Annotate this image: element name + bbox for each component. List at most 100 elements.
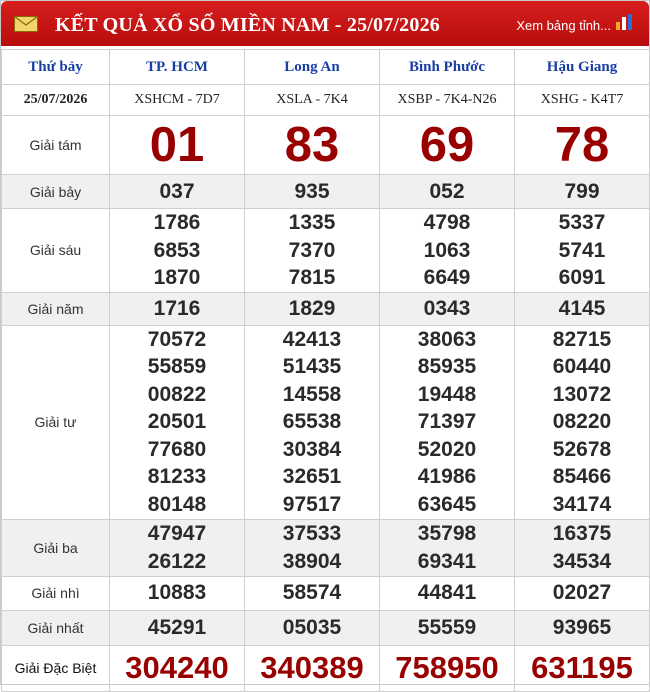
weekday-label: Thứ bảy (1, 49, 110, 85)
prize-label: Giải tư (1, 324, 110, 520)
prize-number: 44841 (379, 575, 515, 611)
prize-number: 30384 (282, 437, 342, 461)
prize-row-2: Giải nhì 10883 58574 44841 02027 (1, 575, 650, 611)
prize-cell: 35798 69341 (379, 518, 515, 577)
prize-number: 7370 (288, 238, 336, 262)
prize-number: 55559 (379, 609, 515, 646)
prize-number: 69 (379, 115, 515, 175)
prize-number: 14558 (282, 382, 342, 406)
prize-number: 935 (244, 174, 380, 209)
prize-cell: 47947 26122 (109, 518, 245, 577)
header-bar: KẾT QUẢ XỔ SỐ MIỀN NAM - 25/07/2026 Xem … (1, 1, 649, 46)
prize-number: 1716 (109, 291, 245, 326)
prize-number: 82715 (552, 327, 612, 351)
prize-cell: 70572 55859 00822 20501 77680 81233 80148 (109, 324, 245, 520)
draw-date: 25/07/2026 (1, 84, 110, 116)
province-binh-phuoc[interactable]: Bình Phước (379, 49, 515, 85)
prize-cell: 38063 85935 19448 71397 52020 41986 63645 (379, 324, 515, 520)
prize-cell: 1786 6853 1870 (109, 208, 245, 293)
prize-number: 16375 (552, 522, 612, 545)
prize-number: 34174 (552, 492, 612, 516)
prize-number: 08220 (552, 410, 612, 434)
ticket-code: XSLA - 7K4 (244, 84, 380, 116)
prize-row-5: Giải năm 1716 1829 0343 4145 (1, 291, 650, 326)
prize-cell: 37533 38904 (244, 518, 380, 577)
prize-number: 1829 (244, 291, 380, 326)
prize-cell: 4798 1063 6649 (379, 208, 515, 293)
prize-number: 93965 (514, 609, 650, 646)
prize-number: 6649 (423, 266, 471, 289)
prize-cell: 1335 7370 7815 (244, 208, 380, 293)
prize-label: Giải Đặc Biệt (1, 644, 110, 692)
special-prize-number: 340389 (244, 644, 380, 692)
prize-number: 71397 (417, 410, 477, 434)
prize-number: 6853 (153, 238, 201, 262)
prize-label: Giải năm (1, 291, 110, 326)
prize-number: 037 (109, 174, 245, 209)
prize-number: 05035 (244, 609, 380, 646)
prize-number: 70572 (147, 327, 207, 351)
prize-number: 51435 (282, 355, 342, 379)
prize-number: 1870 (153, 266, 201, 289)
prize-number: 34534 (552, 549, 612, 573)
ticket-code: XSBP - 7K4-N26 (379, 84, 515, 116)
prize-number: 63645 (417, 492, 477, 516)
province-hau-giang[interactable]: Hậu Giang (514, 49, 650, 85)
prize-number: 52020 (417, 437, 477, 461)
prize-number: 02027 (514, 575, 650, 611)
results-table: Thứ bảy TP. HCM Long An Bình Phước Hậu G… (1, 49, 650, 692)
prize-number: 01 (109, 115, 245, 175)
prize-row-7: Giải bảy 037 935 052 799 (1, 174, 650, 209)
prize-number: 10883 (109, 575, 245, 611)
prize-number: 41986 (417, 465, 477, 489)
prize-number: 97517 (282, 492, 342, 516)
prize-label: Giải sáu (1, 208, 110, 293)
special-prize-number: 758950 (379, 644, 515, 692)
prize-number: 0343 (379, 291, 515, 326)
prize-number: 65538 (282, 410, 342, 434)
view-table-link[interactable]: Xem bảng tỉnh... (516, 18, 611, 33)
envelope-icon (14, 16, 38, 32)
prize-row-4: Giải tư 70572 55859 00822 20501 77680 81233 80… (1, 324, 650, 520)
prize-number: 85466 (552, 465, 612, 489)
prize-number: 052 (379, 174, 515, 209)
prize-number: 83 (244, 115, 380, 175)
prize-number: 45291 (109, 609, 245, 646)
prize-number: 4798 (423, 211, 471, 234)
prize-number: 85935 (417, 355, 477, 379)
prize-row-6: Giải sáu 1786 6853 1870 1335 7370 7815 4798 1… (1, 208, 650, 293)
prize-number: 38904 (282, 549, 342, 573)
prize-number: 32651 (282, 465, 342, 489)
province-header-row: Thứ bảy TP. HCM Long An Bình Phước Hậu G… (1, 49, 650, 85)
prize-number: 58574 (244, 575, 380, 611)
prize-number: 42413 (282, 327, 342, 351)
prize-row-special: Giải Đặc Biệt 304240 340389 758950 63119… (1, 644, 650, 692)
lottery-results-card: KẾT QUẢ XỔ SỐ MIỀN NAM - 25/07/2026 Xem … (0, 0, 650, 692)
prize-number: 4145 (514, 291, 650, 326)
prize-number: 69341 (417, 549, 477, 573)
special-prize-number: 631195 (514, 644, 650, 692)
prize-number: 55859 (147, 355, 207, 379)
prize-row-1: Giải nhất 45291 05035 55559 93965 (1, 609, 650, 646)
bar-chart-icon[interactable] (614, 14, 636, 30)
page-title: KẾT QUẢ XỔ SỐ MIỀN NAM - 25/07/2026 (55, 14, 440, 36)
prize-number: 81233 (147, 465, 207, 489)
prize-number: 799 (514, 174, 650, 209)
prize-label: Giải nhì (1, 575, 110, 611)
prize-number: 5337 (558, 211, 606, 234)
special-prize-number: 304240 (109, 644, 245, 692)
province-tp-hcm[interactable]: TP. HCM (109, 49, 245, 85)
prize-number: 00822 (147, 382, 207, 406)
prize-number: 6091 (558, 266, 606, 289)
prize-number: 1063 (423, 238, 471, 262)
province-long-an[interactable]: Long An (244, 49, 380, 85)
prize-number: 52678 (552, 437, 612, 461)
prize-number: 13072 (552, 382, 612, 406)
prize-cell: 5337 5741 6091 (514, 208, 650, 293)
prize-label: Giải tám (1, 115, 110, 175)
prize-number: 38063 (417, 327, 477, 351)
prize-cell: 42413 51435 14558 65538 30384 32651 97517 (244, 324, 380, 520)
prize-number: 7815 (288, 266, 336, 289)
prize-number: 78 (514, 115, 650, 175)
prize-number: 37533 (282, 522, 342, 545)
